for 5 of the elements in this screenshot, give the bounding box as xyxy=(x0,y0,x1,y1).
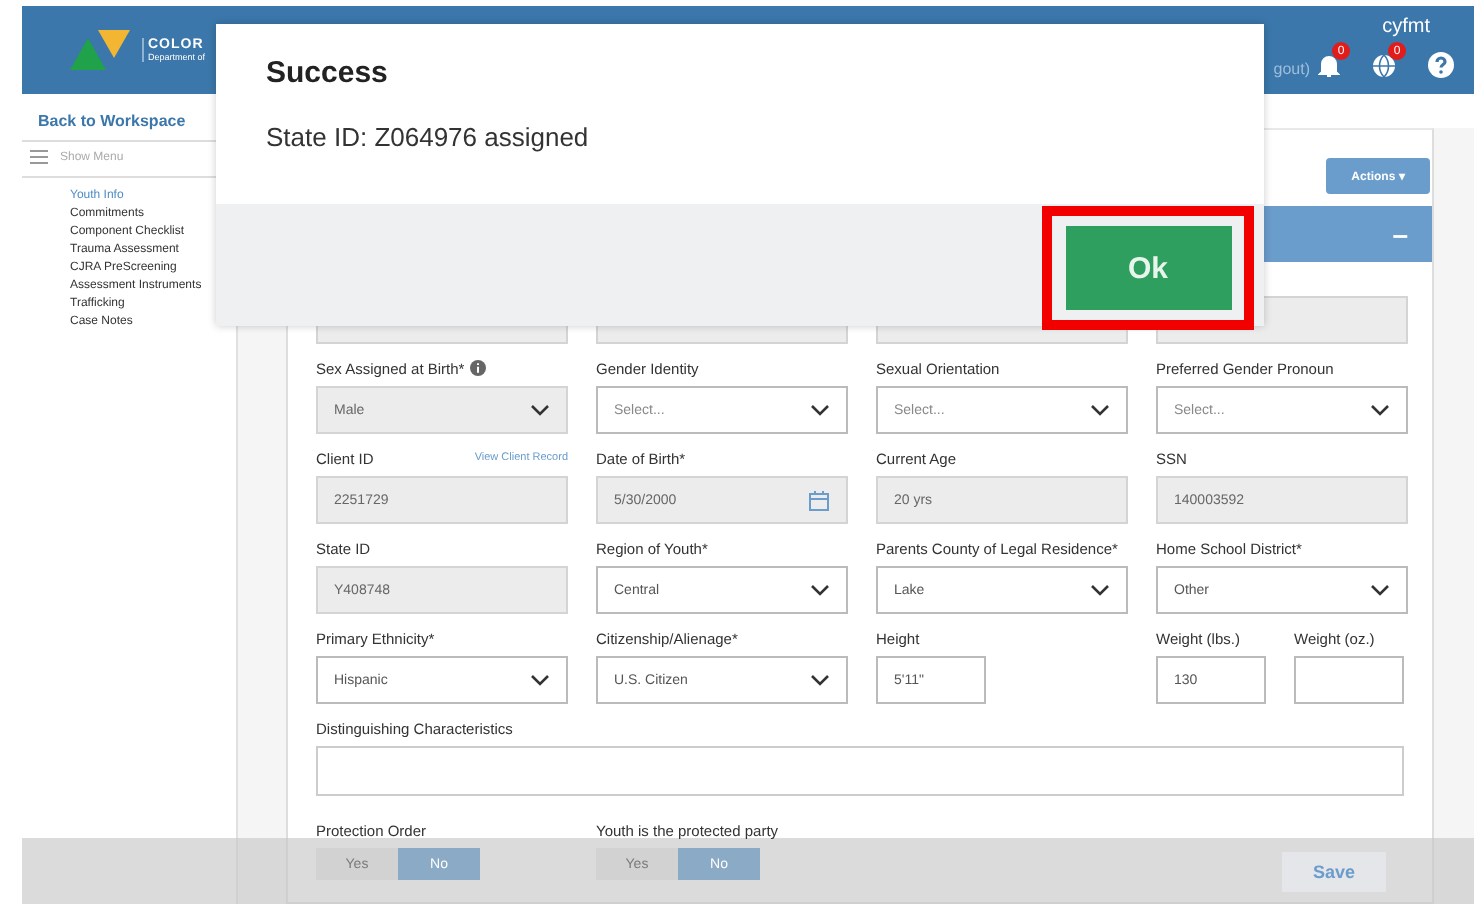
collapse-button[interactable]: – xyxy=(1392,218,1408,250)
ok-button[interactable]: Ok xyxy=(1065,226,1231,310)
dialog-message: State ID: Z064976 assigned xyxy=(266,122,591,152)
dialog-title: Success xyxy=(266,56,390,90)
user-name: cyfmt xyxy=(1382,16,1430,38)
